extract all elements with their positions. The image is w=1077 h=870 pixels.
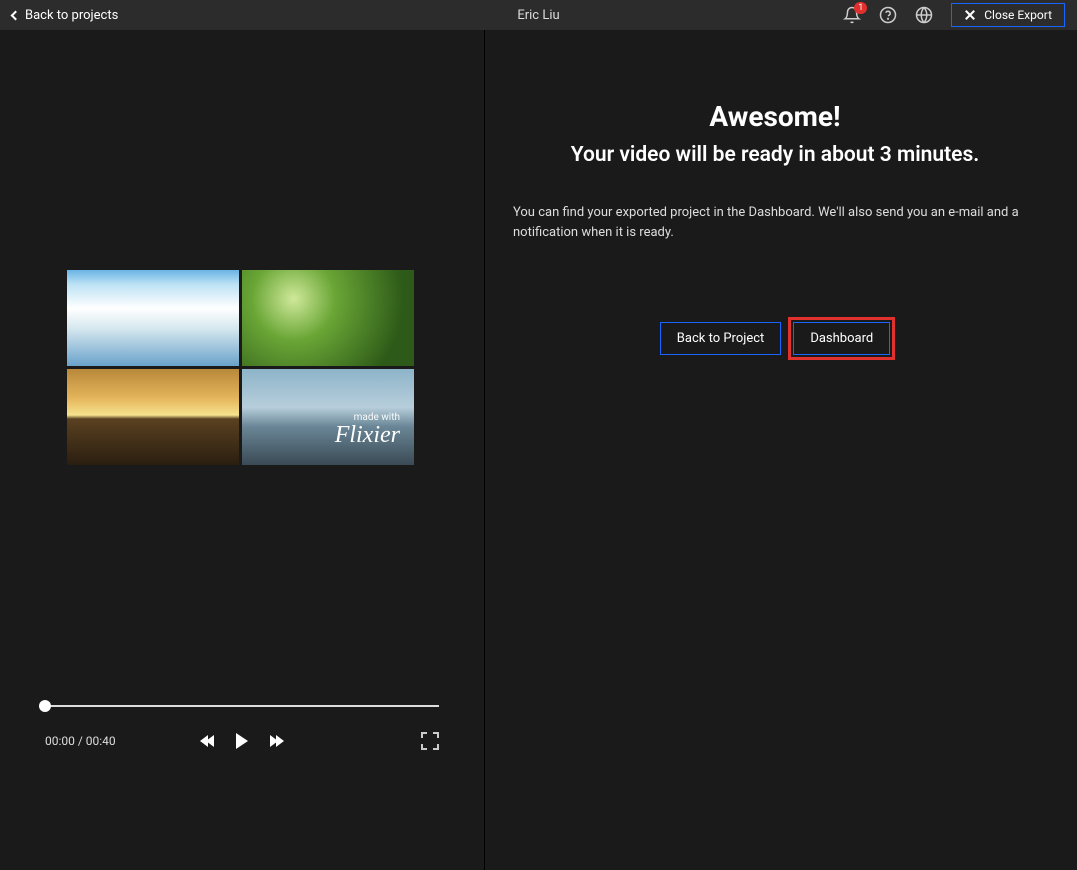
help-button[interactable]	[879, 6, 897, 24]
preview-tile	[67, 369, 239, 465]
top-bar: Back to projects Eric Liu 1 Close Export	[0, 0, 1077, 30]
preview-tile: made with Flixier	[242, 369, 414, 465]
help-icon	[879, 6, 897, 24]
back-to-project-button[interactable]: Back to Project	[660, 322, 782, 355]
export-status-pane: Awesome! Your video will be ready in abo…	[484, 30, 1077, 870]
notifications-button[interactable]: 1	[843, 6, 861, 24]
export-body: You can find your exported project in th…	[513, 203, 1037, 242]
preview-pane: made with Flixier 00:00 / 00:40	[0, 30, 484, 870]
language-button[interactable]	[915, 6, 933, 24]
video-preview: made with Flixier	[67, 270, 417, 465]
watermark: made with Flixier	[335, 412, 400, 447]
preview-grid: made with Flixier	[67, 270, 417, 465]
watermark-small: made with	[335, 412, 400, 423]
player-controls: 00:00 / 00:40	[45, 705, 439, 753]
main-content: made with Flixier 00:00 / 00:40	[0, 30, 1077, 870]
rewind-button[interactable]	[202, 735, 214, 747]
close-export-label: Close Export	[984, 8, 1052, 22]
seek-thumb[interactable]	[39, 700, 51, 712]
preview-tile	[242, 270, 414, 366]
globe-icon	[915, 6, 933, 24]
fullscreen-icon	[421, 732, 427, 738]
play-button[interactable]	[236, 733, 248, 749]
notification-badge: 1	[854, 2, 867, 14]
export-actions: Back to Project Dashboard	[513, 322, 1037, 355]
fullscreen-button[interactable]	[421, 732, 439, 750]
back-to-projects-link[interactable]: Back to projects	[12, 8, 118, 23]
chevron-left-icon	[11, 10, 21, 20]
time-display: 00:00 / 00:40	[45, 734, 116, 748]
preview-tile	[67, 270, 239, 366]
dashboard-button[interactable]: Dashboard	[793, 322, 890, 355]
user-name: Eric Liu	[517, 8, 559, 23]
export-headline: Awesome!	[513, 100, 1037, 133]
back-label: Back to projects	[25, 8, 118, 23]
transport-controls	[202, 733, 282, 749]
close-export-button[interactable]: Close Export	[951, 3, 1065, 27]
top-actions: 1 Close Export	[843, 3, 1065, 27]
seek-bar[interactable]	[45, 705, 439, 707]
controls-row: 00:00 / 00:40	[45, 729, 439, 753]
watermark-brand: Flixier	[335, 423, 400, 447]
close-icon	[964, 9, 976, 21]
export-subhead: Your video will be ready in about 3 minu…	[513, 143, 1037, 167]
forward-button[interactable]	[270, 735, 282, 747]
